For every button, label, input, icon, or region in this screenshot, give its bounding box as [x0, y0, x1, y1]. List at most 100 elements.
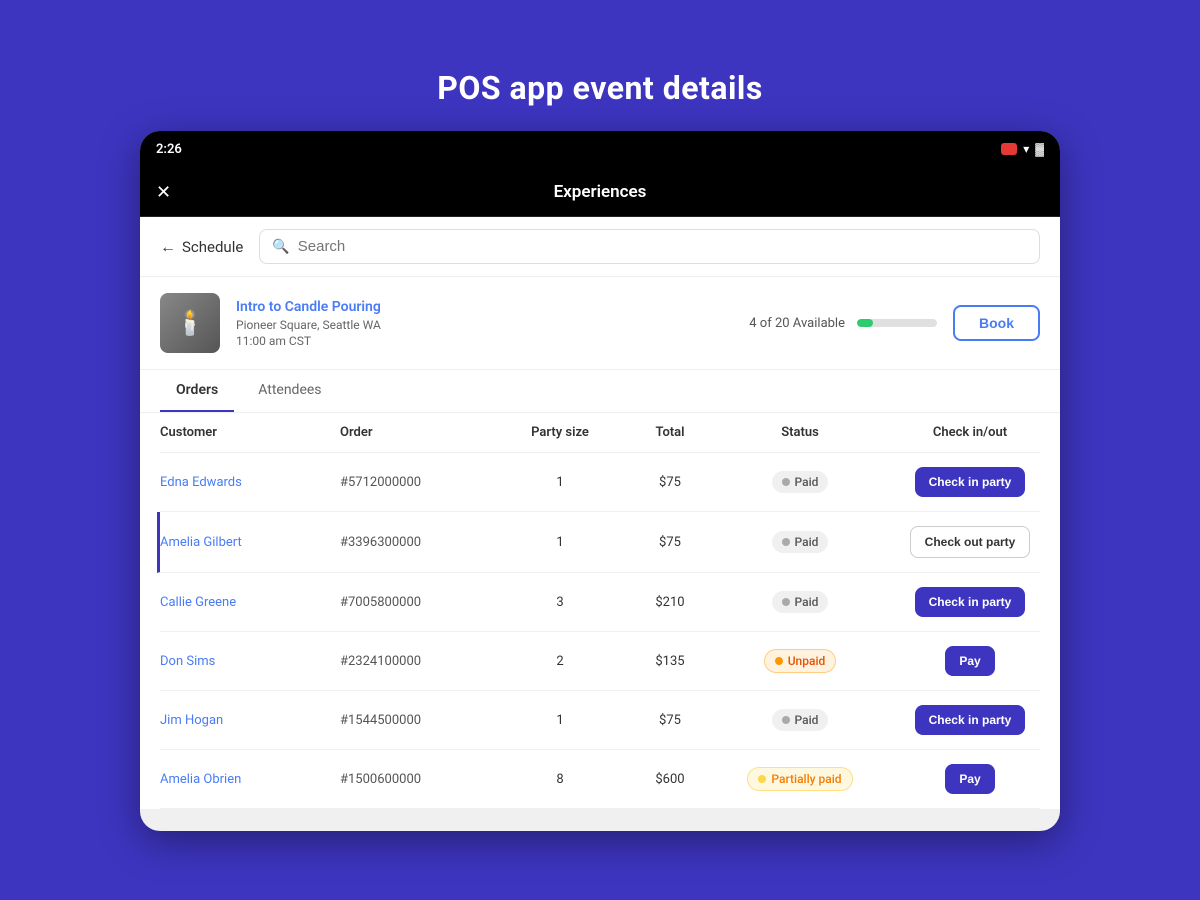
customer-name[interactable]: Don Sims — [160, 654, 340, 669]
event-title[interactable]: Intro to Candle Pouring — [236, 299, 733, 315]
status: Paid — [720, 709, 880, 731]
status-dot — [758, 775, 766, 783]
table-row: Callie Greene #7005800000 3 $210 Paid Ch… — [160, 573, 1040, 632]
check-in-party-button[interactable]: Check in party — [915, 705, 1026, 735]
table-row: Don Sims #2324100000 2 $135 Unpaid Pay •… — [160, 632, 1040, 691]
customer-name[interactable]: Amelia Gilbert — [160, 535, 340, 550]
status: Unpaid — [720, 649, 880, 673]
party-size: 1 — [500, 475, 620, 490]
status-bar: 2:26 ▾ ▓ — [140, 131, 1060, 167]
party-size: 1 — [500, 535, 620, 550]
action-cell: Pay — [880, 646, 1060, 676]
total: $210 — [620, 595, 720, 610]
status: Paid — [720, 591, 880, 613]
action-cell: Check in party — [880, 467, 1060, 497]
header-total: Total — [620, 425, 720, 440]
party-size: 1 — [500, 713, 620, 728]
order-number: #2324100000 — [340, 654, 500, 669]
status-dot — [782, 538, 790, 546]
party-size: 3 — [500, 595, 620, 610]
page-title: POS app event details — [437, 69, 763, 107]
event-info: Intro to Candle Pouring Pioneer Square, … — [236, 299, 733, 348]
action-cell: Check out party — [880, 526, 1060, 558]
back-label: Schedule — [182, 238, 243, 256]
status-label: Unpaid — [788, 654, 826, 668]
content-area: ← Schedule 🔍 🕯️ Intro to Candle Pouring … — [140, 217, 1060, 809]
total: $600 — [620, 772, 720, 787]
status: Paid — [720, 531, 880, 553]
order-number: #1500600000 — [340, 772, 500, 787]
device-frame: 2:26 ▾ ▓ ✕ Experiences ← Schedule 🔍 🕯️ — [140, 131, 1060, 831]
battery-icon: ▓ — [1035, 142, 1044, 156]
back-link[interactable]: ← Schedule — [160, 237, 243, 257]
check-out-party-button[interactable]: Check out party — [910, 526, 1031, 558]
availability-bar — [857, 319, 937, 327]
status-label: Paid — [795, 475, 819, 489]
table-container: Customer Order Party size Total Status C… — [140, 413, 1060, 809]
event-thumbnail: 🕯️ — [160, 293, 220, 353]
book-button[interactable]: Book — [953, 305, 1040, 341]
status-icons: ▾ ▓ — [1001, 142, 1044, 156]
availability-text: 4 of 20 Available — [749, 316, 845, 331]
header-status: Status — [720, 425, 880, 440]
status-label: Partially paid — [771, 772, 841, 786]
header-order: Order — [340, 425, 500, 440]
status-label: Paid — [795, 713, 819, 727]
customer-name[interactable]: Edna Edwards — [160, 475, 340, 490]
customer-name[interactable]: Callie Greene — [160, 595, 340, 610]
header-party-size: Party size — [500, 425, 620, 440]
check-in-party-button[interactable]: Check in party — [915, 587, 1026, 617]
top-bar: ✕ Experiences — [140, 167, 1060, 217]
total: $75 — [620, 713, 720, 728]
record-icon — [1001, 143, 1017, 155]
header-customer: Customer — [160, 425, 340, 440]
table-row: Jim Hogan #1544500000 1 $75 Paid Check i… — [160, 691, 1040, 750]
action-cell: Check in party — [880, 587, 1060, 617]
order-number: #7005800000 — [340, 595, 500, 610]
tab-orders[interactable]: Orders — [160, 370, 234, 412]
table-row: Amelia Obrien #1500600000 8 $600 Partial… — [160, 750, 1040, 809]
tab-attendees[interactable]: Attendees — [242, 370, 337, 412]
search-input[interactable] — [298, 238, 1027, 255]
search-icon: 🔍 — [272, 239, 289, 255]
order-number: #3396300000 — [340, 535, 500, 550]
event-location: Pioneer Square, Seattle WA — [236, 318, 733, 332]
status: Partially paid — [720, 767, 880, 791]
check-in-party-button[interactable]: Check in party — [915, 467, 1026, 497]
customer-name[interactable]: Amelia Obrien — [160, 772, 340, 787]
table-row: Amelia Gilbert #3396300000 1 $75 Paid Ch… — [157, 512, 1040, 573]
back-arrow-icon: ← — [160, 237, 176, 257]
party-size: 2 — [500, 654, 620, 669]
pay-button[interactable]: Pay — [945, 646, 994, 676]
nav-bar: ← Schedule 🔍 — [140, 217, 1060, 277]
customer-name[interactable]: Jim Hogan — [160, 713, 340, 728]
status-label: Paid — [795, 535, 819, 549]
order-number: #5712000000 — [340, 475, 500, 490]
event-card: 🕯️ Intro to Candle Pouring Pioneer Squar… — [140, 277, 1060, 370]
status-dot — [775, 657, 783, 665]
status-dot — [782, 478, 790, 486]
event-image: 🕯️ — [160, 293, 220, 353]
total: $75 — [620, 535, 720, 550]
order-number: #1544500000 — [340, 713, 500, 728]
status-dot — [782, 598, 790, 606]
table-row: Edna Edwards #5712000000 1 $75 Paid Chec… — [160, 453, 1040, 512]
status-time: 2:26 — [156, 142, 182, 157]
status-label: Paid — [795, 595, 819, 609]
close-button[interactable]: ✕ — [156, 183, 171, 201]
action-cell: Pay — [880, 764, 1060, 794]
availability-fill — [857, 319, 873, 327]
party-size: 8 — [500, 772, 620, 787]
total: $135 — [620, 654, 720, 669]
tabs: Orders Attendees — [140, 370, 1060, 413]
action-cell: Check in party — [880, 705, 1060, 735]
pay-button[interactable]: Pay — [945, 764, 994, 794]
search-box: 🔍 — [259, 229, 1040, 264]
status: Paid — [720, 471, 880, 493]
wifi-icon: ▾ — [1023, 142, 1029, 156]
table-header: Customer Order Party size Total Status C… — [160, 413, 1040, 453]
availability-section: 4 of 20 Available — [749, 316, 937, 331]
total: $75 — [620, 475, 720, 490]
status-dot — [782, 716, 790, 724]
event-time: 11:00 am CST — [236, 334, 733, 348]
